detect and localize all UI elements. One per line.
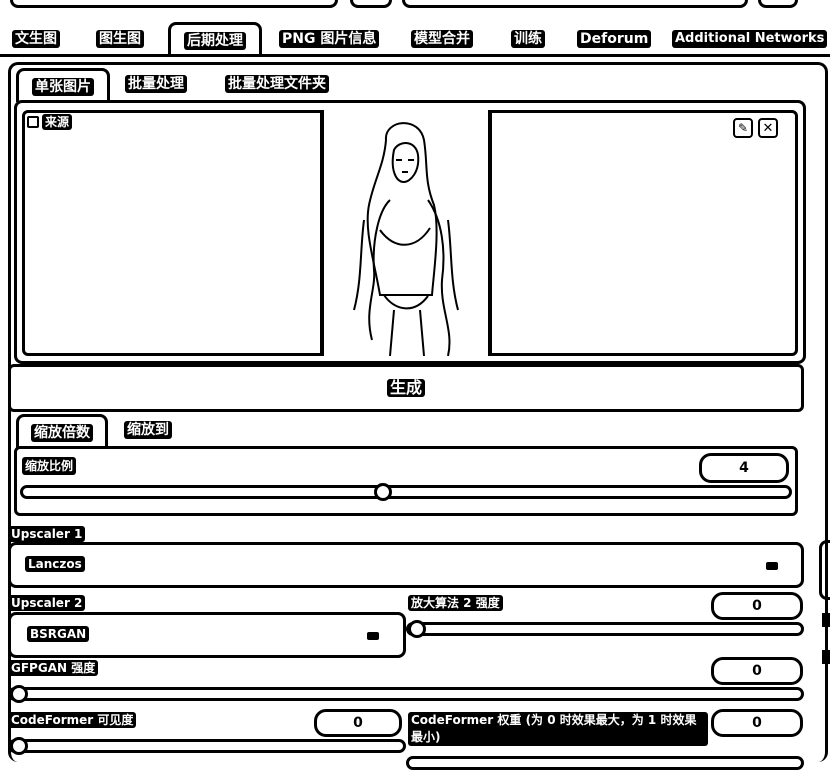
image-icon — [27, 116, 39, 128]
gfpgan-input[interactable]: 0 — [711, 657, 803, 685]
codeformer-visibility-input[interactable]: 0 — [314, 709, 402, 737]
image-preview-frame — [320, 110, 492, 357]
image-source-label: 来源 — [27, 114, 73, 130]
right-edge-panel — [819, 540, 830, 600]
right-edge-text-1 — [822, 613, 830, 627]
upscaler2-select[interactable]: BSRGAN — [8, 612, 406, 658]
chevron-down-icon — [766, 562, 778, 570]
tab-batch-folder[interactable]: 批量处理文件夹 — [225, 75, 329, 93]
upscaler1-select[interactable]: Lanczos — [8, 542, 804, 588]
tab-scale-to[interactable]: 缩放到 — [124, 421, 172, 439]
gfpgan-knob[interactable] — [10, 685, 28, 703]
tab-batch-process[interactable]: 批量处理 — [125, 75, 187, 93]
upscaler2-strength-label: 放大算法 2 强度 — [408, 595, 503, 611]
scale-panel — [14, 446, 798, 516]
codeformer-weight-label: CodeFormer 权重 (为 0 时效果最大，为 1 时效果最小) — [408, 712, 708, 746]
scale-slider[interactable] — [20, 485, 792, 499]
tab-png-info[interactable]: PNG 图片信息 — [279, 30, 380, 52]
top-small-field[interactable] — [350, 0, 392, 8]
tab-img2img[interactable]: 图生图 — [96, 30, 144, 52]
tab-train[interactable]: 训练 — [511, 30, 545, 52]
tab-additional-networks[interactable]: Additional Networks — [672, 30, 828, 52]
upscaler1-value: Lanczos — [25, 556, 85, 572]
upscaler2-strength-input[interactable]: 0 — [711, 592, 803, 620]
close-icon[interactable]: ✕ — [758, 118, 778, 138]
chevron-down-icon — [367, 632, 379, 640]
portrait-image — [353, 122, 459, 357]
tab-txt2img[interactable]: 文生图 — [12, 30, 60, 52]
upscaler2-strength-knob[interactable] — [408, 620, 426, 638]
scale-label: 缩放比例 — [22, 457, 77, 475]
gfpgan-label: GFPGAN 强度 — [8, 660, 99, 676]
gfpgan-slider[interactable] — [8, 687, 804, 701]
tab-extras[interactable]: 后期处理 — [168, 22, 262, 56]
generate-button[interactable]: 生成 — [8, 364, 804, 412]
top-left-field[interactable] — [10, 0, 338, 8]
upscaler2-strength-slider[interactable] — [406, 622, 804, 636]
codeformer-visibility-label: CodeFormer 可见度 — [8, 712, 137, 728]
tab-checkpoint-merger[interactable]: 模型合并 — [411, 30, 473, 52]
codeformer-visibility-slider[interactable] — [8, 739, 406, 753]
tab-bar-divider — [0, 54, 830, 57]
scale-slider-knob[interactable] — [373, 483, 392, 501]
edit-icon[interactable]: ✎ — [733, 118, 753, 138]
right-edge-text-2 — [822, 650, 830, 664]
tab-single-image[interactable]: 单张图片 — [16, 68, 110, 102]
codeformer-weight-input[interactable]: 0 — [711, 709, 803, 737]
tab-scale-by[interactable]: 缩放倍数 — [16, 414, 108, 448]
codeformer-weight-slider[interactable] — [406, 756, 804, 770]
tab-deforum[interactable]: Deforum — [577, 30, 652, 52]
codeformer-visibility-knob[interactable] — [10, 737, 28, 755]
top-right-field[interactable] — [758, 0, 798, 8]
top-mid-field[interactable] — [402, 0, 748, 8]
upscaler2-label: Upscaler 2 — [8, 595, 86, 611]
scale-value-input[interactable]: 4 — [699, 453, 789, 483]
upscaler2-value: BSRGAN — [27, 626, 90, 642]
upscaler1-label: Upscaler 1 — [8, 526, 86, 542]
